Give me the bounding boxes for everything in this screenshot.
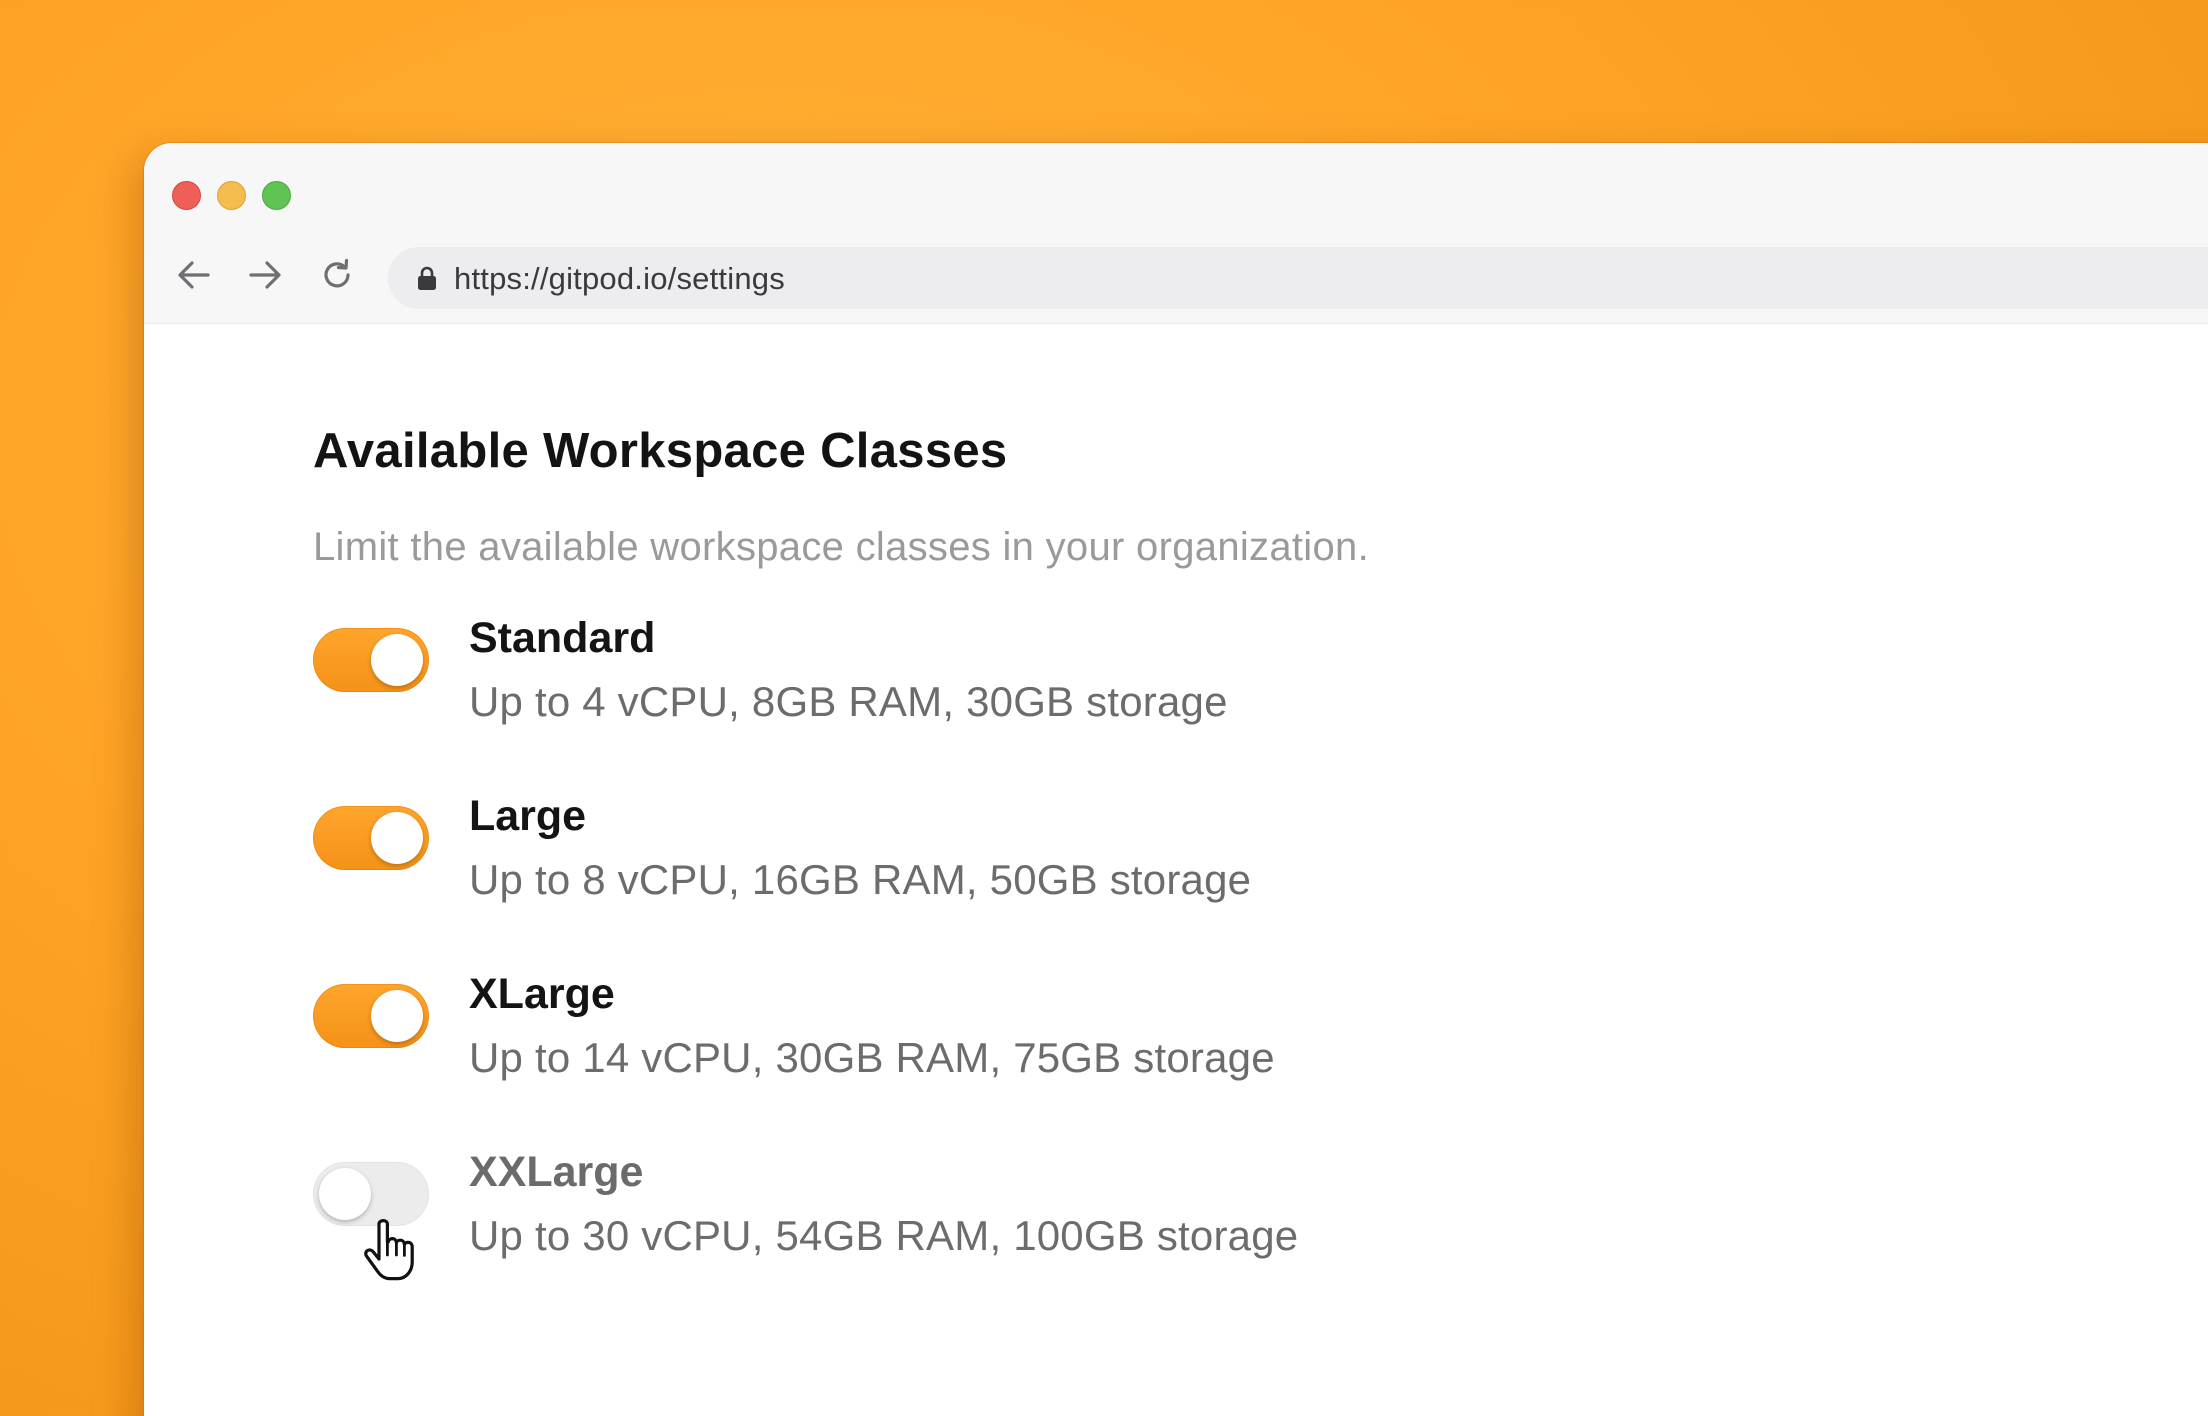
toggle-large[interactable] bbox=[313, 806, 429, 870]
settings-section: Available Workspace Classes Limit the av… bbox=[313, 423, 1369, 1322]
arrow-right-icon bbox=[249, 261, 281, 289]
workspace-class-large: Large Up to 8 vCPU, 16GB RAM, 50GB stora… bbox=[313, 788, 1369, 966]
toggle-standard[interactable] bbox=[313, 628, 429, 692]
class-spec: Up to 30 vCPU, 54GB RAM, 100GB storage bbox=[469, 1212, 1299, 1259]
address-url: https://gitpod.io/settings bbox=[454, 261, 785, 296]
toggle-xlarge[interactable] bbox=[313, 984, 429, 1048]
workspace-class-list: Standard Up to 4 vCPU, 8GB RAM, 30GB sto… bbox=[313, 610, 1369, 1322]
section-description: Limit the available workspace classes in… bbox=[313, 525, 1369, 569]
workspace-class-standard: Standard Up to 4 vCPU, 8GB RAM, 30GB sto… bbox=[313, 610, 1369, 788]
toggle-knob bbox=[371, 812, 423, 864]
workspace-class-xxlarge: XXLarge Up to 30 vCPU, 54GB RAM, 100GB s… bbox=[313, 1144, 1369, 1322]
class-spec: Up to 8 vCPU, 16GB RAM, 50GB storage bbox=[469, 856, 1252, 903]
toggle-xxlarge[interactable] bbox=[313, 1162, 429, 1226]
reload-button[interactable] bbox=[317, 255, 357, 295]
browser-toolbar: https://gitpod.io/settings bbox=[144, 143, 2208, 324]
toggle-knob bbox=[371, 634, 423, 686]
close-window-button[interactable] bbox=[172, 181, 201, 210]
class-spec: Up to 4 vCPU, 8GB RAM, 30GB storage bbox=[469, 678, 1228, 725]
class-name: Large bbox=[469, 792, 587, 840]
arrow-left-icon bbox=[178, 261, 210, 289]
hand-pointer-cursor-icon bbox=[364, 1219, 414, 1281]
workspace-class-xlarge: XLarge Up to 14 vCPU, 30GB RAM, 75GB sto… bbox=[313, 966, 1369, 1144]
toggle-knob bbox=[371, 990, 423, 1042]
toggle-knob bbox=[319, 1168, 371, 1220]
maximize-window-button[interactable] bbox=[262, 181, 291, 210]
lock-icon bbox=[418, 266, 436, 290]
section-title: Available Workspace Classes bbox=[313, 424, 1008, 478]
back-button[interactable] bbox=[174, 255, 214, 295]
reload-icon bbox=[324, 258, 350, 288]
class-name: Standard bbox=[469, 614, 656, 662]
class-name: XXLarge bbox=[469, 1148, 644, 1196]
class-spec: Up to 14 vCPU, 30GB RAM, 75GB storage bbox=[469, 1034, 1275, 1081]
minimize-window-button[interactable] bbox=[217, 181, 246, 210]
address-bar[interactable]: https://gitpod.io/settings bbox=[388, 247, 2208, 309]
class-name: XLarge bbox=[469, 970, 615, 1018]
forward-button[interactable] bbox=[245, 255, 285, 295]
browser-window: https://gitpod.io/settings Available Wor… bbox=[144, 143, 2208, 1416]
